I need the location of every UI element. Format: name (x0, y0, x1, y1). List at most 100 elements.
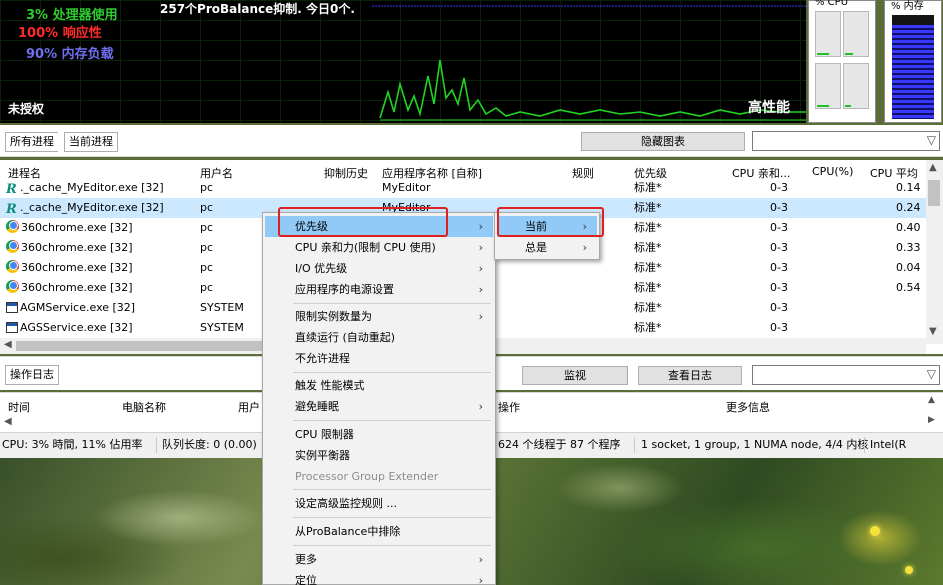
memory-load-stat: 90% 内存负载 (26, 47, 114, 62)
status-cpu-name: Intel(R (870, 438, 907, 451)
log-column-action[interactable]: 操作 (498, 399, 520, 415)
log-column-time[interactable]: 时间 (8, 399, 30, 415)
process-cpu-avg: 0.33 (896, 241, 921, 254)
menu-item[interactable]: 不允许进程 (265, 348, 493, 369)
chevron-right-icon: › (582, 241, 587, 254)
process-affinity: 0-3 (770, 201, 788, 214)
menu-item[interactable]: CPU 限制器 (265, 424, 493, 445)
process-priority: 标准* (634, 201, 662, 214)
chrome-icon (6, 220, 19, 233)
process-vertical-scrollbar[interactable]: ▲ ▼ (926, 160, 943, 344)
probalance-message: 257个ProBalance抑制. 今日0个. (160, 2, 355, 16)
chevron-right-icon: › (478, 241, 483, 254)
process-cpu-avg: 0.54 (896, 281, 921, 294)
filter-icon[interactable]: ▽ (927, 367, 936, 381)
menu-item[interactable]: 从ProBalance中排除 (265, 521, 493, 542)
process-filter-input[interactable]: ▽ (752, 131, 940, 151)
process-user: SYSTEM (200, 301, 244, 314)
process-context-menu: 优先级 › CPU 亲和力(限制 CPU 使用) › I/O 优先级 › 应用程序的电源设置… (262, 212, 496, 585)
menu-item[interactable]: 实例平衡器 (265, 445, 493, 466)
table-row[interactable]: R ._cache_MyEditor.exe [32] pc MyEditor 标准* 0… (0, 178, 926, 198)
view-log-button[interactable]: 查看日志 (638, 366, 742, 385)
menu-item-label: I/O 优先级 (295, 262, 348, 275)
log-column-computer[interactable]: 电脑名称 (122, 399, 166, 415)
tab-current-processes[interactable]: 当前进程 (64, 132, 118, 152)
process-name: AGSService.exe [32] (6, 318, 133, 338)
scroll-right-icon[interactable]: ▶ (928, 415, 935, 425)
scrollbar-thumb[interactable] (928, 180, 940, 206)
process-priority: 标准* (634, 181, 662, 194)
log-filter-input[interactable]: ▽ (752, 365, 940, 385)
process-name: R ._cache_MyEditor.exe [32] (6, 181, 164, 197)
hide-graph-button[interactable]: 隐藏图表 (581, 132, 745, 151)
process-cpu-avg: 0.14 (896, 181, 921, 194)
column-header-cpu[interactable]: CPU(%) (812, 165, 853, 178)
cpu-core-cell (815, 11, 841, 57)
menu-item[interactable]: 避免睡眠 › (265, 396, 493, 417)
menu-separator (293, 372, 491, 373)
menu-separator (293, 420, 491, 421)
cpu-history-graph (372, 5, 806, 121)
submenu-item[interactable]: 总是 › (497, 237, 597, 258)
service-icon (6, 322, 18, 333)
cpu-core-cell (843, 63, 869, 109)
process-user: pc (200, 281, 214, 294)
menu-item[interactable]: 直续运行 (自动重起) (265, 327, 493, 348)
process-affinity: 0-3 (770, 221, 788, 234)
process-name: 360chrome.exe [32] (6, 258, 133, 278)
service-icon (6, 302, 18, 313)
process-affinity: 0-3 (770, 321, 788, 334)
filter-icon[interactable]: ▽ (927, 133, 936, 147)
menu-item[interactable]: 更多 › (265, 549, 493, 570)
status-topology: 1 socket, 1 group, 1 NUMA node, 4/4 内核 (641, 438, 869, 451)
log-column-more-info[interactable]: 更多信息 (726, 399, 770, 415)
menu-item[interactable]: 限制实例数量为 › (265, 306, 493, 327)
chrome-icon (6, 280, 19, 293)
process-name: 360chrome.exe [32] (6, 218, 133, 238)
watch-button[interactable]: 监视 (522, 366, 628, 385)
menu-item-label: CPU 亲和力(限制 CPU 使用) (295, 241, 436, 254)
license-status[interactable]: 未授权 (8, 100, 44, 117)
process-name: AGMService.exe [32] (6, 298, 135, 318)
status-cpu: CPU: 3% 時間, 11% 佔用率 (2, 438, 143, 451)
scroll-up-icon[interactable]: ▲ (928, 395, 935, 405)
chevron-right-icon: › (478, 553, 483, 566)
chevron-right-icon: › (478, 310, 483, 323)
cpu-core-cell (815, 63, 841, 109)
log-column-user[interactable]: 用户 (238, 399, 260, 415)
tab-all-processes[interactable]: 所有进程 (5, 132, 58, 152)
menu-item[interactable]: 应用程序的电源设置 › (265, 279, 493, 300)
power-plan-label[interactable]: 高性能 (748, 97, 790, 117)
menu-item-label: 实例平衡器 (295, 449, 350, 462)
flower-decoration (905, 566, 913, 574)
menu-item[interactable]: I/O 优先级 › (265, 258, 493, 279)
status-threads: 624 个线程于 87 个程序 (498, 438, 621, 451)
annotation-box-priority (278, 207, 448, 237)
process-name: 360chrome.exe [32] (6, 278, 133, 298)
process-priority: 标准* (634, 301, 662, 314)
menu-item-label: 从ProBalance中排除 (295, 525, 401, 538)
chevron-right-icon: › (478, 400, 483, 413)
cpu-meter-label: % CPU (815, 0, 849, 8)
menu-item[interactable]: Processor Group Extender (265, 466, 493, 487)
chevron-right-icon: › (478, 262, 483, 275)
scrollbar-thumb[interactable] (16, 341, 266, 351)
process-priority: 标准* (634, 261, 662, 274)
scroll-down-icon[interactable]: ▼ (929, 326, 937, 337)
scroll-left-icon[interactable]: ◀ (4, 339, 12, 350)
process-priority: 标准* (634, 321, 662, 334)
menu-item[interactable]: 触发 性能模式 (265, 375, 493, 396)
chrome-icon (6, 260, 19, 273)
tab-action-log[interactable]: 操作日志 (5, 365, 59, 385)
process-user: pc (200, 241, 214, 254)
process-user: pc (200, 261, 214, 274)
cpu-usage-stat: 3% 处理器使用 (26, 8, 118, 23)
process-affinity: 0-3 (770, 241, 788, 254)
scroll-left-icon[interactable]: ◀ (4, 416, 12, 427)
menu-item-label: 应用程序的电源设置 (295, 283, 394, 296)
menu-item[interactable]: 定位 › (265, 570, 493, 585)
menu-item[interactable]: CPU 亲和力(限制 CPU 使用) › (265, 237, 493, 258)
scroll-up-icon[interactable]: ▲ (929, 162, 937, 173)
performance-graph: 3% 处理器使用 100% 响应性 90% 内存负载 257个ProBalanc… (0, 0, 806, 123)
menu-item[interactable]: 设定高级监控规则 ... (265, 493, 493, 514)
